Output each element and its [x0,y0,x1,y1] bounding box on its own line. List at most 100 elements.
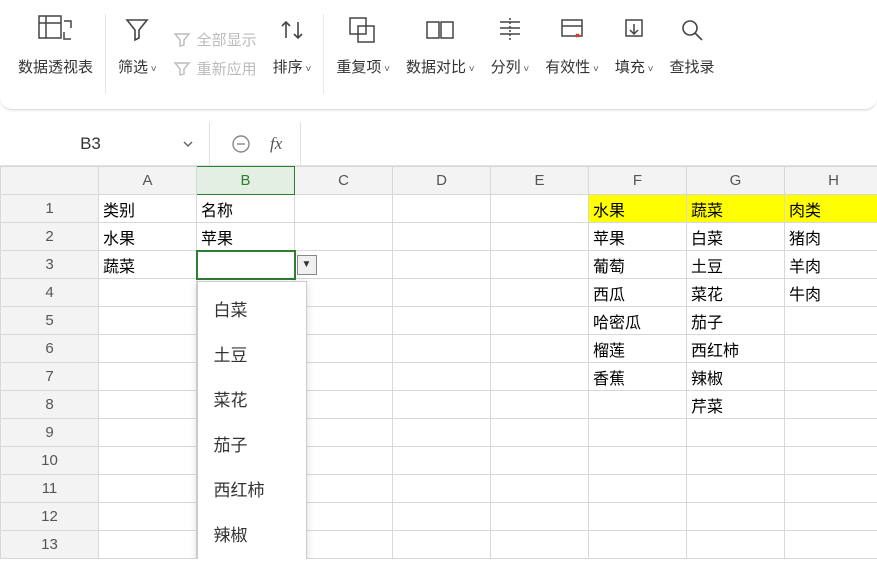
cell-C10[interactable] [295,447,393,475]
cell-H9[interactable] [785,419,877,447]
cell-A2[interactable]: 水果 [99,223,197,251]
dropdown-item[interactable]: 白菜 [198,286,306,331]
compare-button[interactable]: 数据对比 ˅ [398,8,483,100]
dropdown-item[interactable]: 菜花 [198,376,306,421]
cell-G9[interactable] [687,419,785,447]
cell-A12[interactable] [99,503,197,531]
cell-H10[interactable] [785,447,877,475]
cell-D8[interactable] [393,391,491,419]
cell-G2[interactable]: 白菜 [687,223,785,251]
cell-A4[interactable] [99,279,197,307]
cell-C9[interactable] [295,419,393,447]
cell-H4[interactable]: 牛肉 [785,279,877,307]
cell-H7[interactable] [785,363,877,391]
cell-C12[interactable] [295,503,393,531]
cell-A5[interactable] [99,307,197,335]
cell-A9[interactable] [99,419,197,447]
cell-dropdown-handle[interactable]: ▼ [297,255,317,275]
cell-D10[interactable] [393,447,491,475]
cell-F3[interactable]: 葡萄 [589,251,687,279]
cell-H5[interactable] [785,307,877,335]
cell-E7[interactable] [491,363,589,391]
cell-H11[interactable] [785,475,877,503]
cell-H1[interactable]: 肉类 [785,195,877,223]
cell-D4[interactable] [393,279,491,307]
cell-C1[interactable] [295,195,393,223]
cell-C4[interactable] [295,279,393,307]
cell-E6[interactable] [491,335,589,363]
cell-A13[interactable] [99,531,197,559]
cell-H8[interactable] [785,391,877,419]
cell-F4[interactable]: 西瓜 [589,279,687,307]
cell-C6[interactable] [295,335,393,363]
cell-G7[interactable]: 辣椒 [687,363,785,391]
column-header-D[interactable]: D [393,167,491,195]
cell-F9[interactable] [589,419,687,447]
fill-button[interactable]: 填充 ˅ [607,8,662,100]
dropdown-item[interactable]: 土豆 [198,331,306,376]
cell-E9[interactable] [491,419,589,447]
cell-B3[interactable] [197,251,295,279]
column-header-A[interactable]: A [99,167,197,195]
row-header-8[interactable]: 8 [1,391,99,419]
row-header-9[interactable]: 9 [1,419,99,447]
cell-H3[interactable]: 羊肉 [785,251,877,279]
cell-F5[interactable]: 哈密瓜 [589,307,687,335]
dropdown-item[interactable]: 辣椒 [198,511,306,556]
filter-button[interactable]: 筛选 ˅ [110,8,165,100]
dropdown-item[interactable]: 西红柿 [198,466,306,511]
cell-B2[interactable]: 苹果 [197,223,295,251]
cell-E12[interactable] [491,503,589,531]
cell-A6[interactable] [99,335,197,363]
cell-F1[interactable]: 水果 [589,195,687,223]
pivot-table-button[interactable]: 数据透视表 [10,8,101,100]
row-header-12[interactable]: 12 [1,503,99,531]
cell-G8[interactable]: 芹菜 [687,391,785,419]
column-header-C[interactable]: C [295,167,393,195]
split-button[interactable]: 分列 ˅ [483,8,538,100]
cell-D11[interactable] [393,475,491,503]
cell-D3[interactable] [393,251,491,279]
cell-E10[interactable] [491,447,589,475]
cell-H2[interactable]: 猪肉 [785,223,877,251]
cell-G4[interactable]: 菜花 [687,279,785,307]
cell-C5[interactable] [295,307,393,335]
row-header-3[interactable]: 3 [1,251,99,279]
sort-button[interactable]: 排序 ˅ [265,8,320,100]
cell-H13[interactable] [785,531,877,559]
cell-C8[interactable] [295,391,393,419]
cell-A11[interactable] [99,475,197,503]
name-box[interactable]: B3 [0,122,210,165]
cell-F11[interactable] [589,475,687,503]
cell-E3[interactable] [491,251,589,279]
cell-F2[interactable]: 苹果 [589,223,687,251]
cell-D1[interactable] [393,195,491,223]
cell-C2[interactable] [295,223,393,251]
validity-button[interactable]: 有效性 ˅ [537,8,607,100]
cell-F8[interactable] [589,391,687,419]
cell-E4[interactable] [491,279,589,307]
cell-F13[interactable] [589,531,687,559]
cell-G10[interactable] [687,447,785,475]
cell-C7[interactable] [295,363,393,391]
cell-E13[interactable] [491,531,589,559]
show-all-button[interactable]: 全部显示 [173,29,257,50]
cell-G5[interactable]: 茄子 [687,307,785,335]
cancel-icon[interactable] [230,133,252,155]
cell-D7[interactable] [393,363,491,391]
cell-H6[interactable] [785,335,877,363]
sheet-table[interactable]: ABCDEFGH1类别名称水果蔬菜肉类2水果苹果苹果白菜猪肉3蔬菜葡萄土豆羊肉4… [0,166,877,559]
row-header-5[interactable]: 5 [1,307,99,335]
duplicates-button[interactable]: 重复项 ˅ [328,8,398,100]
column-header-G[interactable]: G [687,167,785,195]
cell-G13[interactable] [687,531,785,559]
cell-F10[interactable] [589,447,687,475]
column-header-E[interactable]: E [491,167,589,195]
cell-E1[interactable] [491,195,589,223]
cell-G12[interactable] [687,503,785,531]
cell-A1[interactable]: 类别 [99,195,197,223]
cell-E5[interactable] [491,307,589,335]
cell-C13[interactable] [295,531,393,559]
row-header-4[interactable]: 4 [1,279,99,307]
fx-label[interactable]: fx [270,134,282,154]
